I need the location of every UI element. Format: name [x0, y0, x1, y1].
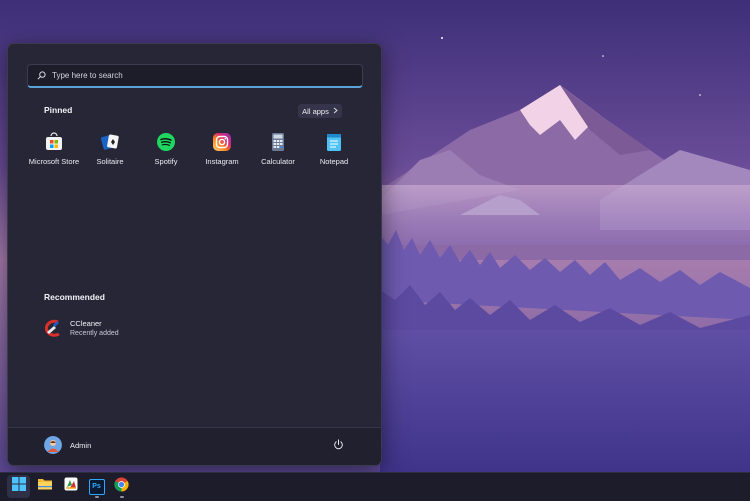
taskbar-chrome-button[interactable] [110, 475, 133, 498]
taskbar: Ps [0, 472, 750, 501]
taskbar-file-explorer-button[interactable] [33, 475, 56, 498]
search-box[interactable] [27, 64, 363, 88]
pinned-app-notepad[interactable]: Notepad [306, 130, 362, 170]
app-label: Spotify [154, 157, 178, 166]
pinned-apps-grid: Microsoft Store Solitaire Spotify Instag… [26, 130, 362, 170]
taskbar-start-button[interactable] [7, 475, 30, 498]
chevron-right-icon [333, 107, 338, 116]
recommended-item-ccleaner[interactable]: CCleaner Recently added [42, 315, 119, 341]
app-label: Calculator [261, 157, 295, 166]
photoshop-label: Ps [92, 483, 101, 490]
taskbar-photoshop-button[interactable]: Ps [85, 475, 108, 498]
recommended-section-title: Recommended [44, 292, 105, 302]
solitaire-icon [100, 132, 120, 152]
recommended-item-name: CCleaner [70, 319, 102, 328]
running-indicator [119, 496, 124, 498]
app-icon [64, 477, 78, 496]
ccleaner-icon [42, 317, 64, 339]
pinned-app-solitaire[interactable]: Solitaire [82, 130, 138, 170]
start-menu: Pinned All apps Microsoft Store Solitair… [7, 43, 382, 466]
notepad-icon [324, 132, 344, 152]
taskbar-app-button[interactable] [59, 475, 82, 498]
pinned-app-calculator[interactable]: Calculator [250, 130, 306, 170]
app-label: Solitaire [96, 157, 124, 166]
search-icon [37, 71, 46, 80]
spotify-icon [156, 132, 176, 152]
search-input[interactable] [52, 65, 362, 86]
chrome-icon [114, 476, 129, 497]
pinned-app-spotify[interactable]: Spotify [138, 130, 194, 170]
all-apps-button[interactable]: All apps [298, 104, 342, 118]
app-label: Instagram [205, 157, 239, 166]
all-apps-label: All apps [302, 106, 329, 116]
microsoft-store-icon [44, 132, 64, 152]
power-icon [333, 437, 344, 455]
running-indicator [94, 496, 99, 498]
app-label: Notepad [319, 157, 349, 166]
start-menu-footer: Admin [8, 427, 381, 465]
user-name: Admin [70, 440, 92, 450]
pinned-section-title: Pinned [44, 105, 73, 115]
user-account-button[interactable]: Admin [44, 436, 91, 454]
instagram-icon [212, 132, 232, 152]
folder-icon [37, 477, 53, 496]
avatar [44, 436, 62, 454]
photoshop-icon: Ps [88, 478, 105, 495]
app-label: Microsoft Store [28, 157, 80, 166]
recommended-item-subtitle: Recently added [70, 330, 119, 337]
pinned-app-instagram[interactable]: Instagram [194, 130, 250, 170]
calculator-icon [268, 132, 288, 152]
power-button[interactable] [330, 438, 346, 454]
pinned-app-microsoft-store[interactable]: Microsoft Store [26, 130, 82, 170]
windows-icon [11, 477, 26, 496]
